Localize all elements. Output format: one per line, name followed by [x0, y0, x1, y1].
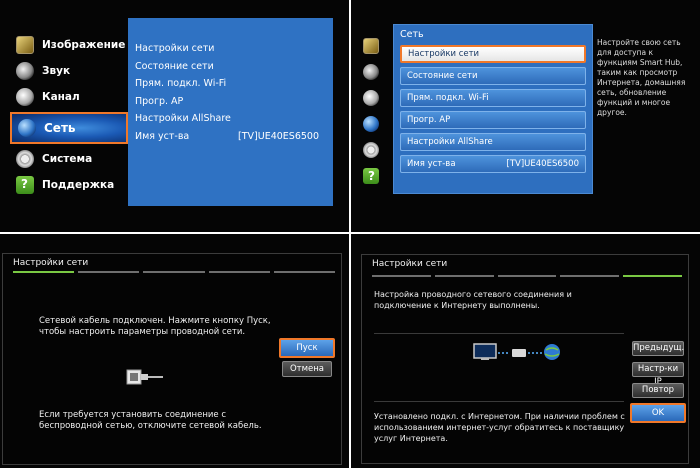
connection-diagram-icon — [473, 343, 560, 360]
menu-panel-network: Сеть Настройки сети Состояние сети Прям.… — [351, 0, 700, 232]
menu-panel-main: Изображение Звук Канал Сеть Система Подд… — [0, 0, 349, 232]
wifi-direct-button[interactable]: Прям. подкл. Wi-Fi — [400, 89, 586, 107]
submenu-label: Состояние сети — [135, 60, 214, 72]
network-setup-dialog: Настройки сети Сетевой кабель подключен.… — [2, 253, 342, 465]
cable-connected-message: Сетевой кабель подключен. Нажмите кнопку… — [39, 316, 271, 337]
category-system[interactable]: Система — [10, 146, 128, 172]
sound-icon[interactable] — [363, 64, 379, 80]
submenu-item-wifi-direct[interactable]: Прям. подкл. Wi-Fi — [135, 75, 333, 93]
category-network[interactable]: Сеть — [10, 112, 128, 144]
image-icon — [16, 36, 34, 54]
category-label: Изображение — [42, 39, 126, 51]
network-icon — [18, 119, 36, 137]
button-label: Отмена — [289, 364, 325, 374]
previous-button[interactable]: Предыдущ. — [632, 341, 684, 356]
button-label: Состояние сети — [407, 71, 478, 81]
system-icon[interactable] — [363, 142, 379, 158]
button-label: Настройки сети — [408, 49, 480, 59]
device-name-value: [TV]UE40ES6500 — [506, 159, 579, 169]
internet-connected-message: Установлено подкл. с Интернетом. При нал… — [374, 412, 625, 443]
network-complete-dialog-panel: Настройки сети Настройка проводного сете… — [351, 234, 700, 468]
help-text: Настройте свою сеть для доступа к функци… — [597, 38, 686, 117]
submenu-item-network-settings[interactable]: Настройки сети — [135, 40, 333, 58]
setup-complete-message: Настройка проводного сетевого соединения… — [374, 290, 572, 310]
channel-icon[interactable] — [363, 90, 379, 106]
support-icon[interactable] — [363, 168, 379, 184]
category-label: Звук — [42, 65, 71, 77]
channel-icon — [16, 88, 34, 106]
device-name-value: [TV]UE40ES6500 — [238, 130, 319, 142]
category-label: Канал — [42, 91, 80, 103]
system-icon — [16, 150, 34, 168]
category-channel[interactable]: Канал — [10, 84, 128, 110]
sound-icon — [16, 62, 34, 80]
cancel-button[interactable]: Отмена — [282, 361, 332, 377]
button-label: Предыдущ. — [633, 343, 685, 353]
submenu-label: Имя уст-ва — [135, 130, 190, 142]
button-label: Прям. подкл. Wi-Fi — [407, 93, 489, 103]
step-segment — [372, 275, 431, 277]
step-segment — [143, 271, 205, 273]
start-button[interactable]: Пуск — [279, 338, 335, 358]
ip-settings-button[interactable]: Настр-ки IP — [632, 362, 684, 387]
network-icon[interactable] — [363, 116, 379, 132]
button-label: Повтор — [641, 385, 675, 395]
submenu-label: Настройки AllShare — [135, 113, 231, 124]
dialog-title: Настройки сети — [372, 259, 448, 269]
category-list: Изображение Звук Канал Сеть Система Подд… — [10, 32, 128, 198]
category-icon-column — [363, 38, 385, 194]
button-label: Настройки AllShare — [407, 137, 493, 147]
step-segment — [273, 271, 336, 273]
image-icon[interactable] — [363, 38, 379, 54]
category-image[interactable]: Изображение — [10, 32, 128, 58]
submenu-label: Прям. подкл. Wi-Fi — [135, 78, 227, 89]
submenu-item-soft-ap[interactable]: Прогр. AP — [135, 93, 333, 111]
submenu-label: Настройки сети — [135, 43, 215, 54]
button-label: Пуск — [296, 343, 318, 353]
category-sound[interactable]: Звук — [10, 58, 128, 84]
step-segment — [560, 275, 620, 277]
button-label: Прогр. AP — [407, 115, 451, 125]
submenu-item-allshare[interactable]: Настройки AllShare — [135, 110, 333, 128]
step-indicator — [13, 271, 336, 273]
category-label: Сеть — [44, 121, 76, 135]
network-complete-dialog: Настройки сети Настройка проводного сете… — [361, 254, 689, 464]
step-segment — [208, 271, 270, 273]
category-support[interactable]: Поддержка — [10, 172, 128, 198]
divider — [374, 333, 624, 334]
button-label: Имя уст-ва — [407, 159, 456, 169]
network-settings-button[interactable]: Настройки сети — [400, 45, 586, 63]
submenu-item-device-name[interactable]: Имя уст-ва [TV]UE40ES6500 — [135, 128, 333, 146]
step-segment — [78, 271, 140, 273]
submenu-item-network-status[interactable]: Состояние сети — [135, 58, 333, 76]
network-status-button[interactable]: Состояние сети — [400, 67, 586, 85]
button-label: OK — [651, 408, 665, 418]
dialog-title: Настройки сети — [13, 258, 89, 268]
soft-ap-button[interactable]: Прогр. AP — [400, 111, 586, 129]
retry-button[interactable]: Повтор — [632, 383, 684, 398]
category-label: Система — [42, 153, 93, 165]
network-menu-title: Сеть — [400, 29, 424, 40]
support-icon — [16, 176, 34, 194]
divider — [374, 401, 624, 402]
network-setup-dialog-panel: Настройки сети Сетевой кабель подключен.… — [0, 234, 349, 468]
allshare-settings-button[interactable]: Настройки AllShare — [400, 133, 586, 151]
step-segment — [497, 275, 557, 277]
network-submenu: Настройки сети Состояние сети Прям. подк… — [128, 18, 333, 206]
category-label: Поддержка — [42, 179, 115, 191]
step-indicator — [372, 275, 682, 277]
network-cable-icon — [126, 369, 163, 385]
submenu-label: Прогр. AP — [135, 95, 184, 107]
device-name-button[interactable]: Имя уст-ва [TV]UE40ES6500 — [400, 155, 586, 173]
step-segment — [623, 275, 682, 277]
wireless-hint-message: Если требуется установить соединение с б… — [39, 410, 262, 431]
network-menu: Сеть Настройки сети Состояние сети Прям.… — [393, 24, 593, 194]
ok-button[interactable]: OK — [630, 403, 686, 423]
step-segment — [13, 271, 75, 273]
step-segment — [434, 275, 494, 277]
